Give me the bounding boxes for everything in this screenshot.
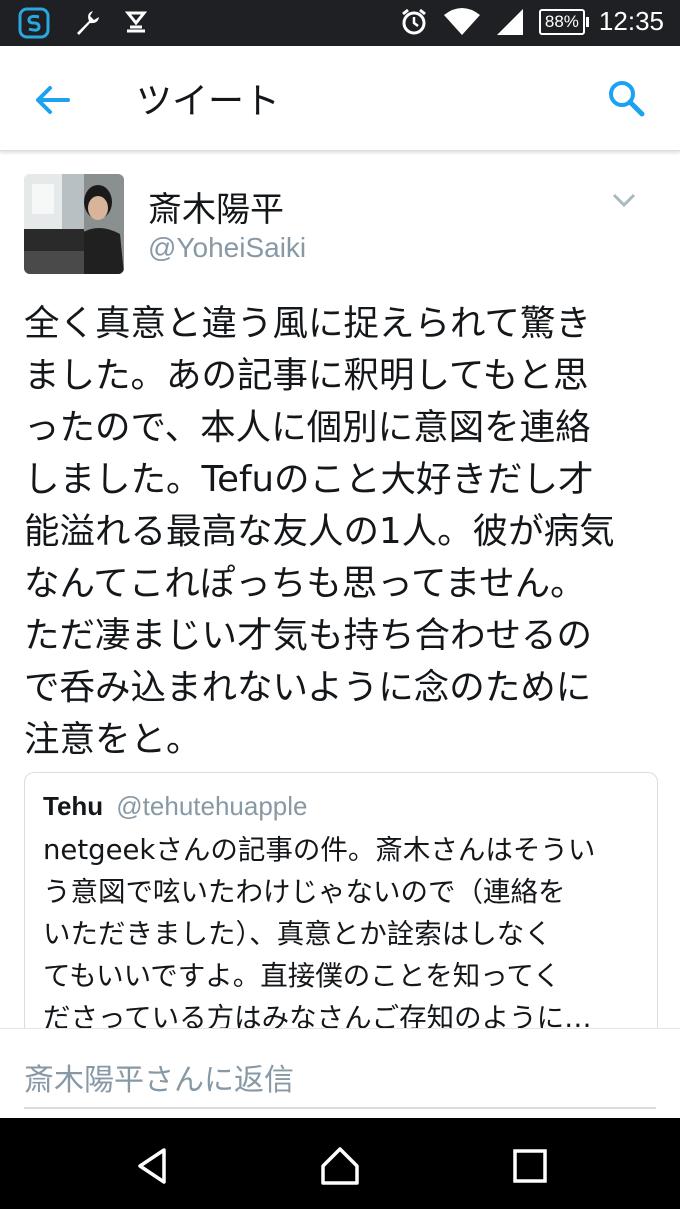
quoted-author-name: Tehu xyxy=(43,791,104,821)
avatar[interactable] xyxy=(24,174,124,274)
back-triangle-icon[interactable] xyxy=(132,1146,172,1186)
wrench-icon xyxy=(77,11,99,35)
quoted-author-handle: @tehutehuapple xyxy=(116,791,308,821)
tweet-line: で呑み込まれないように念のために xyxy=(24,667,592,708)
battery-icon: 88% xyxy=(538,8,589,35)
recent-apps-icon[interactable] xyxy=(510,1146,550,1186)
page-title: ツイート xyxy=(136,81,281,122)
tweet-line: しました。Tefuのこと大好きだし才 xyxy=(24,459,594,500)
reply-input[interactable]: 斎木陽平さんに返信 xyxy=(24,1055,294,1099)
tweet-text: 全く真意と違う風に捉えられて驚き ました。あの記事に釈明してもと思 ったので、本… xyxy=(24,298,664,766)
tweet-line: ました。あの記事に釈明してもと思 xyxy=(24,355,589,396)
author-name[interactable]: 斎木陽平 xyxy=(148,182,284,231)
chevron-down-icon[interactable] xyxy=(612,192,636,208)
tweet-line: ただ凄まじい才気も持ち合わせるの xyxy=(24,615,593,656)
home-icon[interactable] xyxy=(320,1146,360,1186)
author-handle[interactable]: @YoheiSaiki xyxy=(148,232,306,264)
back-arrow-icon[interactable] xyxy=(32,80,72,120)
app-s-icon xyxy=(18,7,50,39)
quoted-line: いただきました）、真意とか詮索はしなく xyxy=(43,918,552,950)
battery-level: 88% xyxy=(544,11,579,31)
search-icon[interactable] xyxy=(606,78,646,118)
reply-underline xyxy=(24,1107,656,1109)
signal-icon xyxy=(496,8,523,35)
tweet-detail: 斎木陽平 @YoheiSaiki 全く真意と違う風に捉えられて驚き ました。あの… xyxy=(0,152,680,1033)
tweet-line: 全く真意と違う風に捉えられて驚き xyxy=(24,303,591,344)
quoted-line: netgeekさんの記事の件。斎木さんはそうい xyxy=(43,834,596,866)
clock: 12:35 xyxy=(598,6,664,36)
quoted-line: う意図で呟いたわけじゃないので（連絡を xyxy=(43,876,566,908)
quoted-tweet[interactable]: Tehu @tehutehuapple netgeekさんの記事の件。斎木さんは… xyxy=(24,772,658,1033)
app-bar: ツイート xyxy=(0,46,680,151)
tweet-line: ったので、本人に個別に意図を連絡 xyxy=(24,407,591,448)
alarm-icon xyxy=(401,8,426,34)
wifi-icon xyxy=(443,7,480,35)
quoted-line: てもいいですよ。直接僕のことを知ってく xyxy=(43,960,561,992)
reply-bar: 斎木陽平さんに返信 xyxy=(0,1028,680,1119)
quoted-tweet-text: netgeekさんの記事の件。斎木さんはそうい う意図で呟いたわけじゃないので（… xyxy=(43,829,653,1033)
dock-icon xyxy=(124,11,148,33)
status-bar: 88% 12:35 xyxy=(0,0,680,46)
tweet-line: 能溢れる最高な友人の1人。彼が病気 xyxy=(24,511,615,552)
tweet-line: なんてこれぽっちも思ってません。 xyxy=(24,563,586,604)
tweet-line: 注意をと。 xyxy=(24,719,202,760)
system-nav-bar xyxy=(0,1118,680,1209)
quoted-tweet-header: Tehu @tehutehuapple xyxy=(43,791,308,822)
